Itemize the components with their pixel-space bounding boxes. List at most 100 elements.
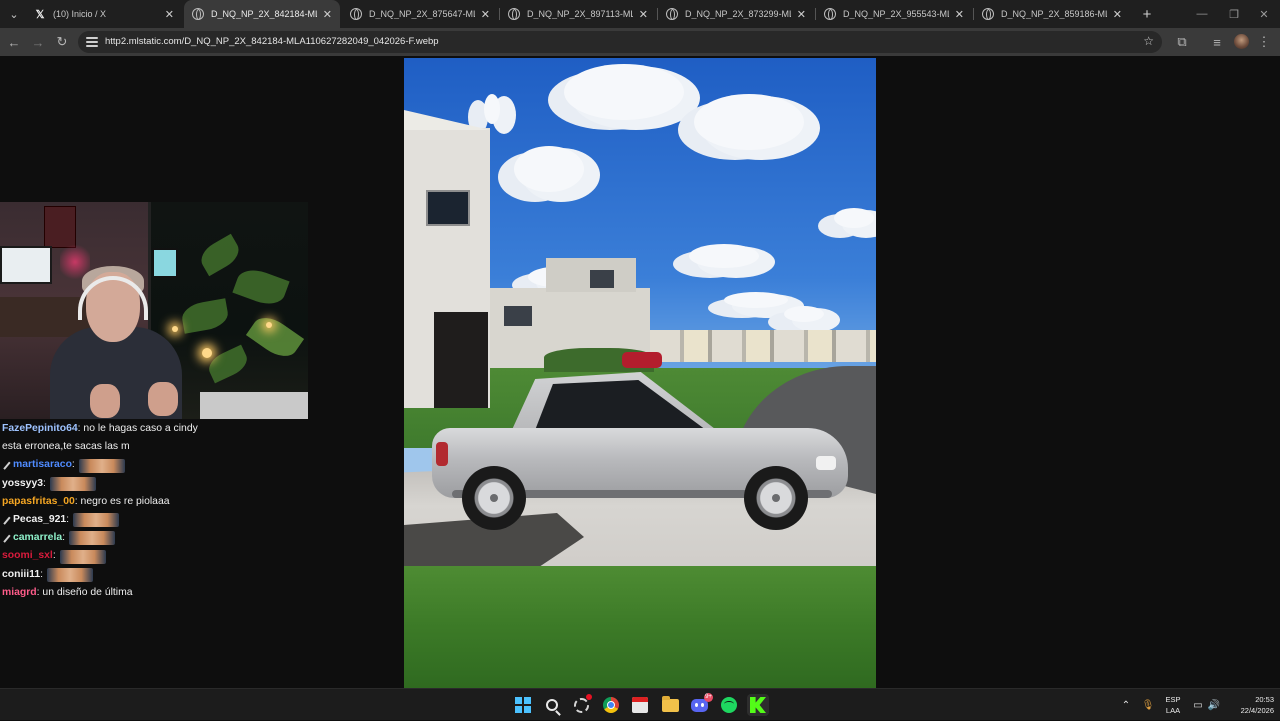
bookmark-star-icon[interactable]: ☆ [1143,34,1154,48]
chat-username[interactable]: papasfritas_00 [2,493,75,511]
tab-x-inicio[interactable]: 𝕏 (10) Inicio / X ✕ [26,0,182,28]
tab-search-chevron-icon[interactable]: ⌄ [4,4,24,24]
chat-text: : negro es re piolaaa [74,495,170,507]
discord-icon[interactable]: 9+ [688,693,713,716]
chat-message: papasfritas_00: negro es re piolaaa [2,493,302,511]
close-tab-icon[interactable]: ✕ [797,8,806,21]
restore-icon[interactable]: ❐ [1218,0,1250,28]
minimize-icon[interactable]: — [1186,0,1218,28]
search-icon[interactable] [541,694,563,716]
windows-start-icon[interactable] [512,694,534,716]
clock-date: 22/4/2026 [1240,706,1274,715]
chat-username[interactable]: miagrd [2,584,37,602]
tab-label: D_NQ_NP_2X_897113-MLA109 [527,9,633,19]
sword-badge-icon [2,461,11,470]
spotify-icon[interactable] [718,694,740,716]
chat-text: : [66,514,70,526]
close-tab-icon[interactable]: ✕ [323,8,332,21]
tab-label: D_NQ_NP_2X_875647-MLA109 [369,9,475,19]
chat-text: : [52,550,56,562]
kebab-menu-icon[interactable]: ⋮ [1254,32,1274,52]
tab-image-859186[interactable]: D_NQ_NP_2X_859186-MLA110 ✕ [974,0,1130,28]
chat-emote[interactable] [69,531,115,546]
file-explorer-icon[interactable] [659,694,681,716]
sword-badge-icon [2,516,11,525]
windows-taskbar: 9+ ⌃ 🎙 ESP LAA ▭ 🔊 20:53 22/4/2026 [0,688,1280,720]
globe-icon [666,8,678,20]
chat-message: esta erronea,te sacas las m [2,438,302,456]
profile-avatar[interactable] [1234,34,1249,49]
tab-image-873299[interactable]: D_NQ_NP_2X_873299-MLA109 ✕ [658,0,814,28]
displayed-car-image[interactable] [404,58,876,688]
system-clock[interactable]: 20:53 22/4/2026 [1226,694,1274,716]
tab-label: D_NQ_NP_2X_842184-MLA110 [211,9,317,19]
back-arrow-icon[interactable]: ← [4,32,24,52]
discord-notification-badge: 9+ [704,693,713,702]
calendar-app-icon[interactable] [629,694,651,716]
site-settings-icon[interactable] [86,36,98,48]
url-text[interactable]: http2.mlstatic.com/D_NQ_NP_2X_842184-MLA… [105,36,439,47]
chat-text: : no le hagas caso a cindy [77,423,198,434]
forward-arrow-icon[interactable]: → [28,32,48,52]
tab-label: D_NQ_NP_2X_859186-MLA110 [1001,9,1107,19]
chat-username[interactable]: FazePepinito64 [2,420,78,438]
chat-username[interactable]: martisaraco [13,456,72,474]
chat-emote[interactable] [59,549,106,564]
input-language-indicator[interactable]: ESP LAA [1162,694,1184,716]
extensions-puzzle-icon[interactable]: ⧉ [1172,32,1192,52]
chat-username[interactable]: Pecas_921 [13,511,66,529]
language-primary: ESP [1165,695,1181,704]
chat-message: soomi_sxl: [2,547,302,565]
steam-icon[interactable] [570,694,592,716]
chat-username[interactable]: coniii11 [2,566,40,584]
clock-time: 20:53 [1255,695,1274,704]
chat-text: esta erronea,te sacas las m [2,441,130,453]
chrome-icon[interactable] [600,694,622,716]
tab-image-897113[interactable]: D_NQ_NP_2X_897113-MLA109 ✕ [500,0,656,28]
globe-icon [982,8,994,20]
close-tab-icon[interactable]: ✕ [1113,8,1122,21]
tab-image-875647[interactable]: D_NQ_NP_2X_875647-MLA109 ✕ [342,0,498,28]
chat-username[interactable]: yossyy3 [2,475,43,493]
globe-icon [508,8,520,20]
kick-icon[interactable] [747,694,769,716]
close-tab-icon[interactable]: ✕ [165,8,174,21]
network-icon[interactable]: ▭ [1190,689,1206,721]
globe-icon [192,8,204,20]
microphone-icon[interactable]: 🎙 [1140,689,1156,721]
chat-emote[interactable] [73,513,120,528]
close-tab-icon[interactable]: ✕ [481,8,490,21]
chat-text: : [43,477,46,489]
chat-message: yossyy3: [2,475,302,493]
tab-image-955543[interactable]: D_NQ_NP_2X_955543-MLA110 ✕ [816,0,972,28]
close-window-icon[interactable]: ✕ [1248,0,1280,28]
tab-label: (10) Inicio / X [53,9,107,19]
reload-icon[interactable]: ↻ [52,32,72,52]
chat-text: : [40,568,44,580]
browser-toolbar: ← → ↻ http2.mlstatic.com/D_NQ_NP_2X_8421… [0,28,1280,56]
chat-emote[interactable] [47,567,94,582]
x-logo-icon: 𝕏 [35,8,45,21]
globe-icon [824,8,836,20]
show-hidden-icons-chevron-icon[interactable]: ⌃ [1118,689,1134,721]
chat-username[interactable]: soomi_sxl [2,547,53,565]
silver-hatchback [432,372,850,532]
chat-username[interactable]: camarrela [13,529,62,547]
webcam-overlay [0,202,308,419]
page-viewport: FazePepinito64: no le hagas caso a cindy… [0,57,1280,688]
close-tab-icon[interactable]: ✕ [955,8,964,21]
tab-image-842184[interactable]: D_NQ_NP_2X_842184-MLA110 ✕ [184,0,340,28]
chat-emote[interactable] [78,458,125,473]
chat-message: Pecas_921: [2,511,302,529]
tab-label: D_NQ_NP_2X_955543-MLA110 [843,9,949,19]
chat-text: : [62,532,65,544]
chat-message: camarrela: [2,529,302,547]
volume-icon[interactable]: 🔊 [1206,689,1222,721]
chat-emote[interactable] [49,476,96,491]
address-bar[interactable]: http2.mlstatic.com/D_NQ_NP_2X_842184-MLA… [78,31,1162,53]
globe-icon [350,8,362,20]
chat-message: miagrd: un diseño de última [2,584,302,602]
close-tab-icon[interactable]: ✕ [639,8,648,21]
new-tab-icon[interactable]: + [1137,4,1157,24]
media-controls-icon[interactable]: ≡ [1207,32,1227,52]
